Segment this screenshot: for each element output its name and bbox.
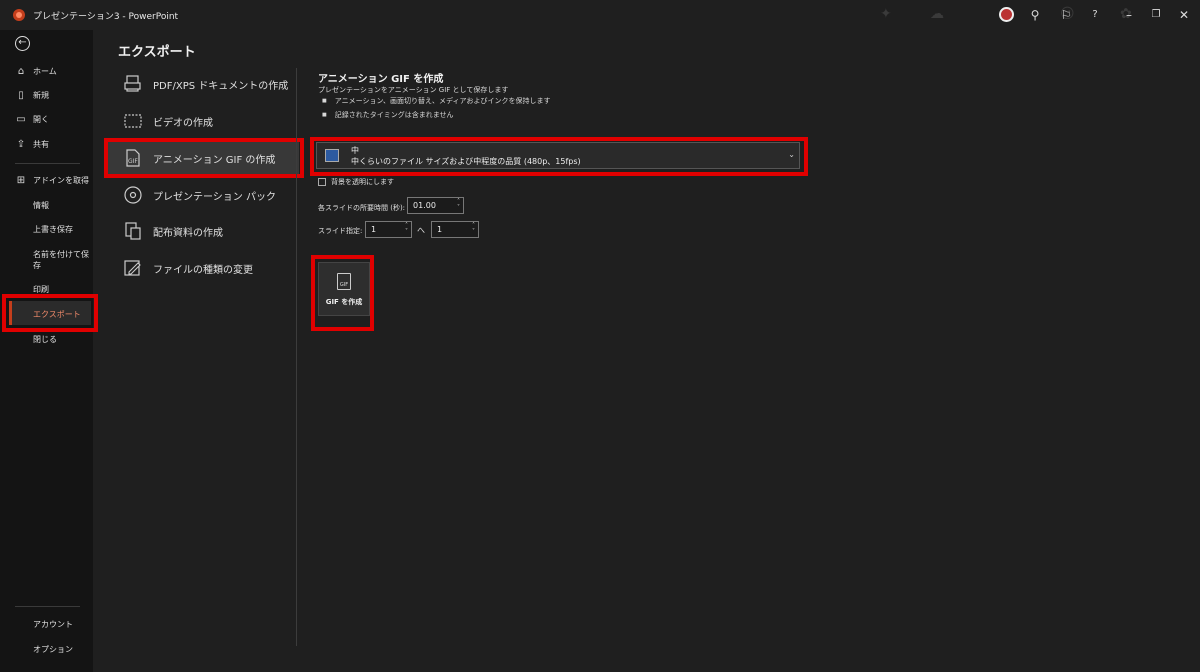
slide-to-stepper[interactable]: 1 ˄ ˅ [431,221,479,238]
option-create-video[interactable]: ビデオの作成 [123,108,213,134]
gif-panel-title: アニメーション GIF を作成 [318,74,444,85]
help-icon[interactable]: ? [1087,7,1103,23]
nav-divider [15,606,80,607]
nav-save[interactable]: 上書き保存 [33,224,73,235]
nav-account[interactable]: アカウント [33,619,73,630]
annotation-highlight-gif-option [104,138,304,178]
nav-get-addins[interactable]: ⊞ アドインを取得 [16,175,89,186]
avatar[interactable] [999,7,1014,22]
title-bar: プレゼンテーション3 - PowerPoint ✦ ☁ ☺ ✿ ⚲ ⚐ ? – … [0,0,1200,30]
slides-to-label: へ [417,226,425,235]
share-icon: ⇪ [16,139,26,150]
close-icon[interactable]: ✕ [1176,7,1192,23]
panel-divider [296,68,297,646]
minimize-icon[interactable]: – [1121,7,1137,23]
addins-icon: ⊞ [16,175,26,186]
lightbulb-icon[interactable]: ⚲ [1027,7,1043,23]
handout-icon [123,221,143,241]
home-icon: ⌂ [17,66,25,77]
annotation-highlight-quality [310,137,808,176]
nav-open[interactable]: ▭ 開く [16,114,49,125]
nav-new[interactable]: ▯ 新規 [16,90,49,101]
pdf-xps-icon [123,74,143,94]
video-icon [123,111,143,131]
backstage-nav: ← ⌂ ホーム ▯ 新規 ▭ 開く ⇪ 共有 ⊞ アドインを取得 情報 上書き保… [0,30,93,672]
nav-save-as[interactable]: 名前を付けて保 存 [33,249,89,271]
nav-close[interactable]: 閉じる [33,334,57,345]
powerpoint-logo-icon [13,9,25,21]
spin-arrows-icon[interactable]: ˄ ˅ [405,223,408,235]
decorative-doodle-icon: ☁ [930,6,944,22]
option-create-handouts[interactable]: 配布資料の作成 [123,218,223,244]
annotation-highlight-create-gif [311,255,374,331]
folder-icon: ▭ [16,114,26,125]
duration-label: 各スライドの所要時間 (秒): [318,204,406,212]
option-change-file-type[interactable]: ファイルの種類の変更 [123,255,253,281]
spin-arrows-icon[interactable]: ˄ ˅ [472,223,475,235]
gif-panel-bullet: 記録されたタイミングは含まれません [322,110,454,120]
slides-label: スライド指定: [318,227,363,235]
page-title: エクスポート [118,45,196,60]
nav-options[interactable]: オプション [33,644,73,655]
new-document-icon: ▯ [18,90,24,101]
gif-panel-description: プレゼンテーションをアニメーション GIF として保存します [318,86,509,94]
nav-home[interactable]: ⌂ ホーム [16,66,57,77]
transparent-background-checkbox[interactable] [318,178,326,186]
option-presentation-package[interactable]: プレゼンテーション パック [123,182,276,208]
coauthor-icon[interactable]: ⚐ [1058,7,1074,23]
restore-icon[interactable]: ❐ [1148,7,1164,23]
annotation-highlight-export [2,294,98,332]
gif-panel-bullet: アニメーション、画面切り替え、メディアおよびインクを保持します [322,96,551,106]
change-file-type-icon [123,258,143,278]
back-arrow-icon[interactable]: ← [15,36,30,51]
package-cd-icon [123,185,143,205]
window-title: プレゼンテーション3 - PowerPoint [33,12,179,22]
option-create-pdf-xps[interactable]: PDF/XPS ドキュメントの作成 [123,71,288,97]
nav-share[interactable]: ⇪ 共有 [16,139,49,150]
transparent-background-option[interactable]: 背景を透明にします [318,177,394,187]
nav-info[interactable]: 情報 [33,200,49,211]
slide-from-stepper[interactable]: 1 ˄ ˅ [365,221,412,238]
decorative-doodle-icon: ✦ [880,6,892,22]
nav-divider [15,163,80,164]
duration-stepper[interactable]: 01.00 ˄ ˅ [407,197,464,214]
spin-arrows-icon[interactable]: ˄ ˅ [457,199,460,211]
